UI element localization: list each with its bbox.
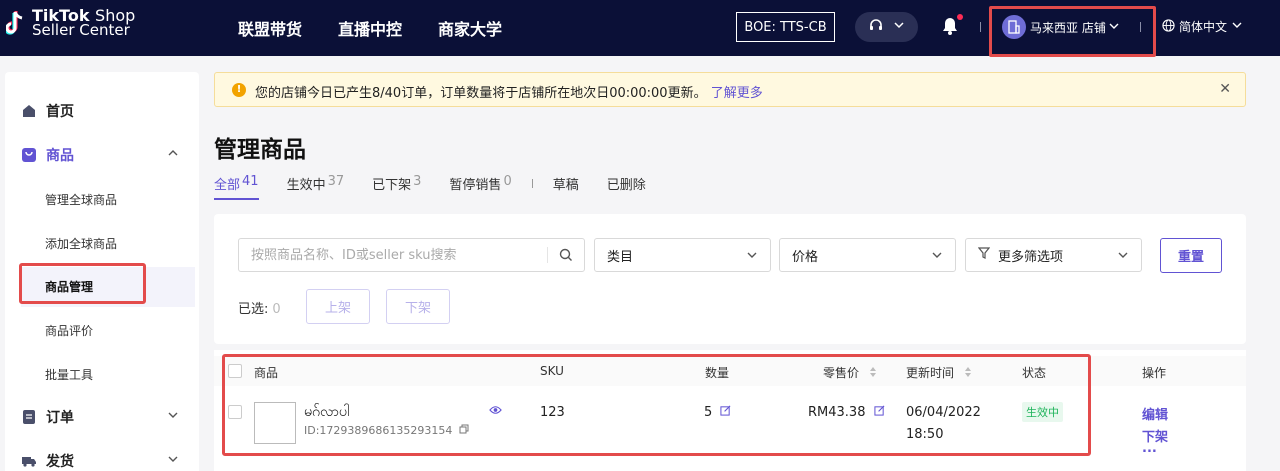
chevron-up-icon [167, 147, 179, 163]
tab-drafts[interactable]: 草稿 [553, 174, 579, 200]
tab-active[interactable]: 生效中 37 [287, 174, 345, 200]
globe-icon [1162, 18, 1175, 35]
tab-count: 0 [503, 174, 512, 189]
learn-more-link[interactable]: 了解更多 [711, 86, 763, 101]
notification-dot [957, 14, 963, 20]
table-highlight-box [222, 354, 1091, 456]
warning-icon: ! [232, 83, 246, 97]
tab-label: 暂停销售 [449, 178, 502, 193]
logo-subtitle: Seller Center [32, 21, 130, 39]
tab-delisted[interactable]: 已下架 3 [372, 174, 421, 200]
headset-icon [868, 17, 884, 37]
tiktok-shop-logo[interactable]: TikTok Shop Seller Center [4, 8, 135, 42]
divider [980, 22, 981, 32]
header-actions: 操作 [1142, 366, 1167, 380]
tab-label: 草稿 [552, 178, 579, 193]
tab-divider [531, 179, 533, 188]
shop-highlight-box [989, 6, 1156, 57]
alert-message: 您的店铺今日已产生8/40订单，订单数量将于店铺所在地次日00:00:00更新。 [255, 86, 707, 101]
close-icon[interactable]: ✕ [1219, 81, 1231, 97]
category-select-label: 类目 [607, 249, 634, 265]
list-button[interactable]: 上架 [306, 289, 370, 324]
sidebar-sub-manage-global[interactable]: 管理全球商品 [45, 191, 117, 208]
language-selector[interactable]: 简体中文 [1162, 18, 1243, 35]
environment-badge[interactable]: BOE: TTS-CB [736, 12, 835, 42]
sidebar-item-products[interactable]: 商品 [5, 133, 199, 177]
chevron-down-icon [893, 19, 905, 35]
support-button[interactable] [855, 12, 918, 42]
sidebar-sub-reviews[interactable]: 商品评价 [45, 322, 93, 339]
sidebar-item-label: 发货 [46, 454, 74, 470]
order-icon [21, 409, 37, 425]
top-navigation-bar: TikTok Shop Seller Center 联盟带货 直播中控 商家大学… [0, 0, 1280, 57]
sidebar-item-label: 订单 [46, 410, 74, 426]
selected-count-label: 已选: 0 [238, 298, 281, 317]
tab-deleted[interactable]: 已删除 [607, 174, 646, 200]
tab-suspended[interactable]: 暂停销售 0 [449, 174, 511, 200]
tab-all[interactable]: 全部 41 [214, 174, 259, 200]
order-limit-alert: ! 您的店铺今日已产生8/40订单，订单数量将于店铺所在地次日00:00:00更… [214, 72, 1246, 107]
sidebar-sub-bulk-tools[interactable]: 批量工具 [45, 366, 93, 383]
more-actions[interactable]: ... [1142, 441, 1157, 456]
reset-button[interactable]: 重置 [1160, 238, 1222, 273]
status-tabs: 全部 41 生效中 37 已下架 3 暂停销售 0 草稿 已删除 [214, 174, 674, 200]
sidebar-item-orders[interactable]: 订单 [5, 395, 199, 439]
filter-card: 类目 价格 更多筛选项 重置 已选:0 上架 下架 [214, 214, 1246, 344]
chevron-down-icon [746, 249, 758, 265]
chevron-down-icon [1231, 19, 1243, 34]
tab-count: 3 [413, 174, 422, 189]
chevron-down-icon [931, 249, 943, 265]
chevron-down-icon [167, 453, 179, 469]
active-item-highlight-box [19, 263, 146, 304]
edit-button[interactable]: 编辑 [1142, 404, 1168, 423]
delist-button[interactable]: 下架 [386, 289, 450, 324]
sidebar-item-shipping[interactable]: 发货 [5, 439, 199, 471]
language-label: 简体中文 [1179, 20, 1228, 34]
tab-count: 41 [242, 174, 259, 189]
chevron-down-icon [167, 409, 179, 425]
nav-live-control[interactable]: 直播中控 [338, 16, 402, 40]
filter-funnel-icon [977, 247, 991, 263]
truck-icon [21, 453, 37, 469]
divider [547, 247, 548, 263]
main-nav: 联盟带货 直播中控 商家大学 [238, 0, 502, 56]
sidebar-sub-add-global[interactable]: 添加全球商品 [45, 235, 117, 252]
chevron-down-icon [1117, 249, 1129, 265]
category-select[interactable]: 类目 [594, 238, 771, 272]
search-box [238, 238, 585, 272]
nav-affiliate[interactable]: 联盟带货 [238, 16, 302, 40]
sidebar-item-home[interactable]: 首页 [5, 89, 199, 133]
search-icon[interactable] [559, 248, 573, 266]
search-input[interactable] [239, 239, 539, 271]
page-title: 管理商品 [214, 137, 306, 163]
tab-label: 已删除 [606, 178, 646, 193]
tab-count: 37 [327, 174, 345, 189]
tiktok-logo-icon [4, 8, 28, 42]
sidebar-item-label: 首页 [46, 104, 74, 120]
home-icon [21, 103, 37, 119]
price-select[interactable]: 价格 [779, 238, 956, 272]
tab-label: 生效中 [286, 178, 326, 193]
tab-label: 已下架 [372, 178, 412, 193]
more-filters-label: 更多筛选项 [998, 249, 1064, 265]
tab-label: 全部 [214, 178, 241, 193]
selected-label: 已选: [238, 302, 269, 317]
nav-seller-university[interactable]: 商家大学 [438, 16, 502, 40]
more-filters-select[interactable]: 更多筛选项 [965, 238, 1142, 272]
price-select-label: 价格 [792, 249, 819, 265]
sidebar-item-label: 商品 [46, 148, 74, 164]
product-bag-icon [21, 147, 37, 163]
selected-count: 0 [272, 302, 281, 317]
